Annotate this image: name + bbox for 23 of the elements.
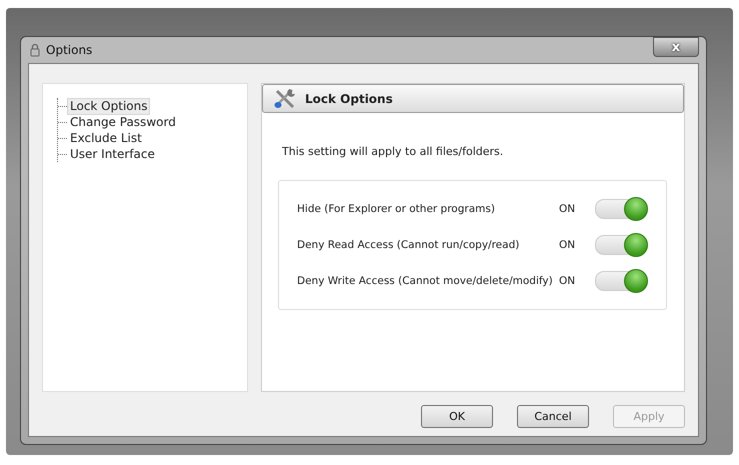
setting-label: Hide (For Explorer or other programs) — [297, 203, 496, 215]
setting-status: ON — [559, 203, 576, 215]
dialog-button[interactable]: Cancel — [517, 405, 589, 428]
tools-icon — [273, 88, 297, 110]
tree-item[interactable]: Exclude List — [67, 130, 145, 146]
toggle-switch[interactable] — [595, 271, 647, 291]
description-text: This setting will apply to all files/folders. — [282, 145, 504, 158]
tree-item[interactable]: Change Password — [67, 114, 179, 130]
toggle-knob[interactable] — [624, 197, 648, 221]
setting-status: ON — [559, 275, 576, 287]
toggle-knob[interactable] — [624, 233, 648, 257]
toggle-switch[interactable] — [595, 199, 647, 219]
tree-item[interactable]: Lock Options — [67, 98, 150, 114]
toggle-knob[interactable] — [624, 269, 648, 293]
setting-label: Deny Read Access (Cannot run/copy/read) — [297, 239, 520, 251]
window-title: Options — [46, 43, 94, 57]
tree-item[interactable]: User Interface — [67, 146, 158, 162]
toggle-switch[interactable] — [595, 235, 647, 255]
setting-label: Deny Write Access (Cannot move/delete/modify) — [297, 275, 554, 287]
dialog-button[interactable]: OK — [421, 405, 493, 428]
lock-icon — [30, 43, 40, 57]
setting-status: ON — [559, 239, 576, 251]
panel-title: Lock Options — [305, 92, 393, 106]
